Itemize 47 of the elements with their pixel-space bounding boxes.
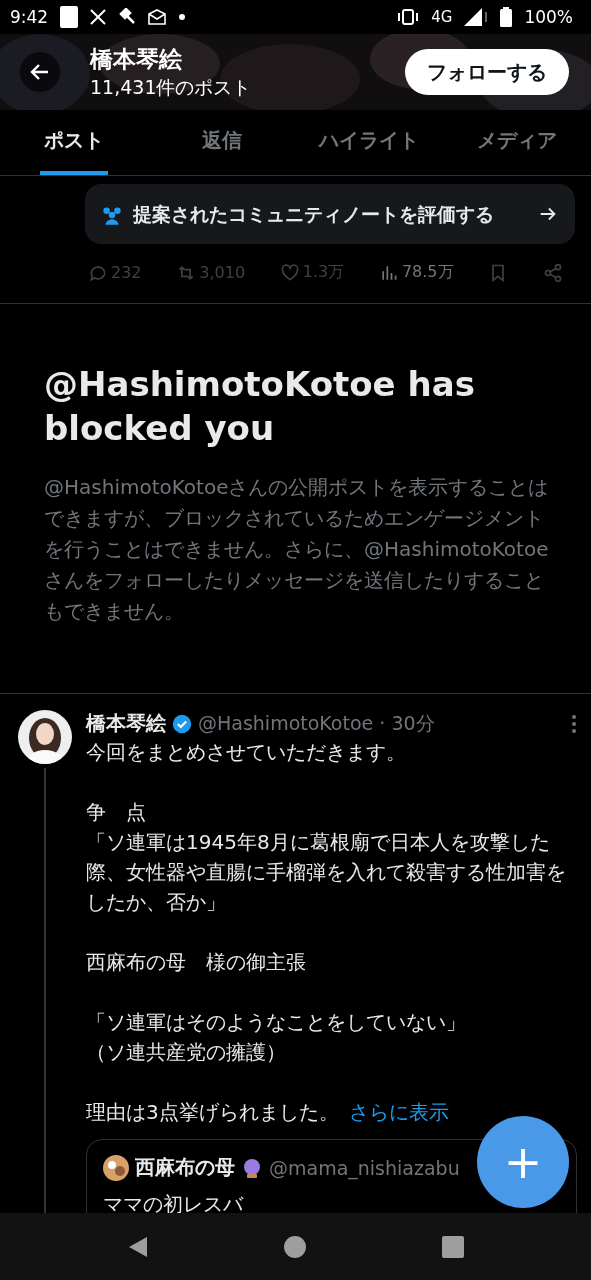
community-note-text: 提案されたコミュニティノートを評価する bbox=[133, 202, 495, 227]
clock-time: 9:42 bbox=[10, 7, 49, 27]
gavel-icon bbox=[118, 8, 137, 26]
home-nav-icon[interactable] bbox=[283, 1234, 308, 1259]
post-text: 「ソ連軍は1945年8月に葛根廟で日本人を攻撃した際、女性器や直腸に手榴弾を入れて殺害する性加害をしたか、否か」 bbox=[86, 829, 567, 916]
crystal-ball-icon bbox=[241, 1156, 263, 1179]
profile-name: 橋本琴絵 bbox=[90, 44, 183, 74]
notification-icon bbox=[60, 6, 79, 28]
post-text: （ソ連共産党の擁護） bbox=[86, 1039, 287, 1066]
blocked-title: @HashimotoKotoe has blocked you bbox=[44, 363, 476, 450]
quoted-post-text: ママの初レスバ bbox=[103, 1191, 245, 1218]
views-button[interactable]: 78.5万 bbox=[378, 262, 454, 283]
more-options-icon[interactable] bbox=[571, 713, 577, 734]
post-text: 「ソ連軍はそのようなことをしていない」 bbox=[86, 1009, 467, 1036]
back-button[interactable] bbox=[20, 52, 60, 92]
mail-icon bbox=[148, 9, 167, 25]
author-handle: @HashimotoKotoe · 30分 bbox=[198, 710, 435, 736]
community-note-link[interactable]: 提案されたコミュニティノートを評価する bbox=[85, 184, 575, 244]
show-more-link[interactable]: さらに表示 bbox=[348, 1100, 449, 1124]
author-name: 橋本琴絵 bbox=[86, 710, 166, 737]
profile-tab[interactable]: メディア bbox=[473, 110, 562, 175]
post-text: 今回をまとめさせていただきます。 bbox=[86, 739, 407, 766]
post-count: 11,431件のポスト bbox=[90, 74, 253, 100]
post-text: 理由は3点挙げられました。 さらに表示 bbox=[86, 1099, 450, 1126]
quoted-author-handle: @mama_nishiazabu bbox=[269, 1156, 460, 1179]
battery-percent: 100% bbox=[524, 7, 573, 27]
dot-icon bbox=[178, 13, 187, 21]
avatar bbox=[18, 710, 72, 764]
post-text: 争 点 bbox=[86, 799, 147, 826]
signal-icon bbox=[464, 8, 489, 26]
quoted-author-name: 西麻布の母 bbox=[135, 1154, 235, 1181]
x-logo-icon bbox=[90, 9, 107, 25]
follow-button[interactable]: フォローする bbox=[405, 49, 569, 95]
heart-icon bbox=[279, 262, 300, 283]
profile-tab[interactable]: 返信 bbox=[197, 110, 246, 175]
post-text: 西麻布の母 様の御主張 bbox=[86, 949, 307, 976]
profile-tab[interactable]: ハイライト bbox=[315, 110, 424, 175]
battery-icon bbox=[500, 7, 513, 27]
blocked-description: @HashimotoKotoeさんの公開ポストを表示することはできますが、ブロックされているためエンゲージメントを行うことはできません。さらに、@HashimotoKotoeさんをフォローしたりメッセージを送信したりすることもできません。 bbox=[44, 474, 550, 625]
profile-tab[interactable]: ポスト bbox=[39, 110, 108, 175]
share-icon bbox=[542, 262, 563, 283]
recents-nav-icon[interactable] bbox=[441, 1235, 464, 1258]
avatar bbox=[103, 1154, 129, 1181]
back-nav-icon[interactable] bbox=[127, 1234, 150, 1259]
network-label: 4G bbox=[431, 8, 453, 26]
compose-button[interactable]: + bbox=[477, 1116, 569, 1208]
vibrate-icon bbox=[397, 9, 420, 25]
